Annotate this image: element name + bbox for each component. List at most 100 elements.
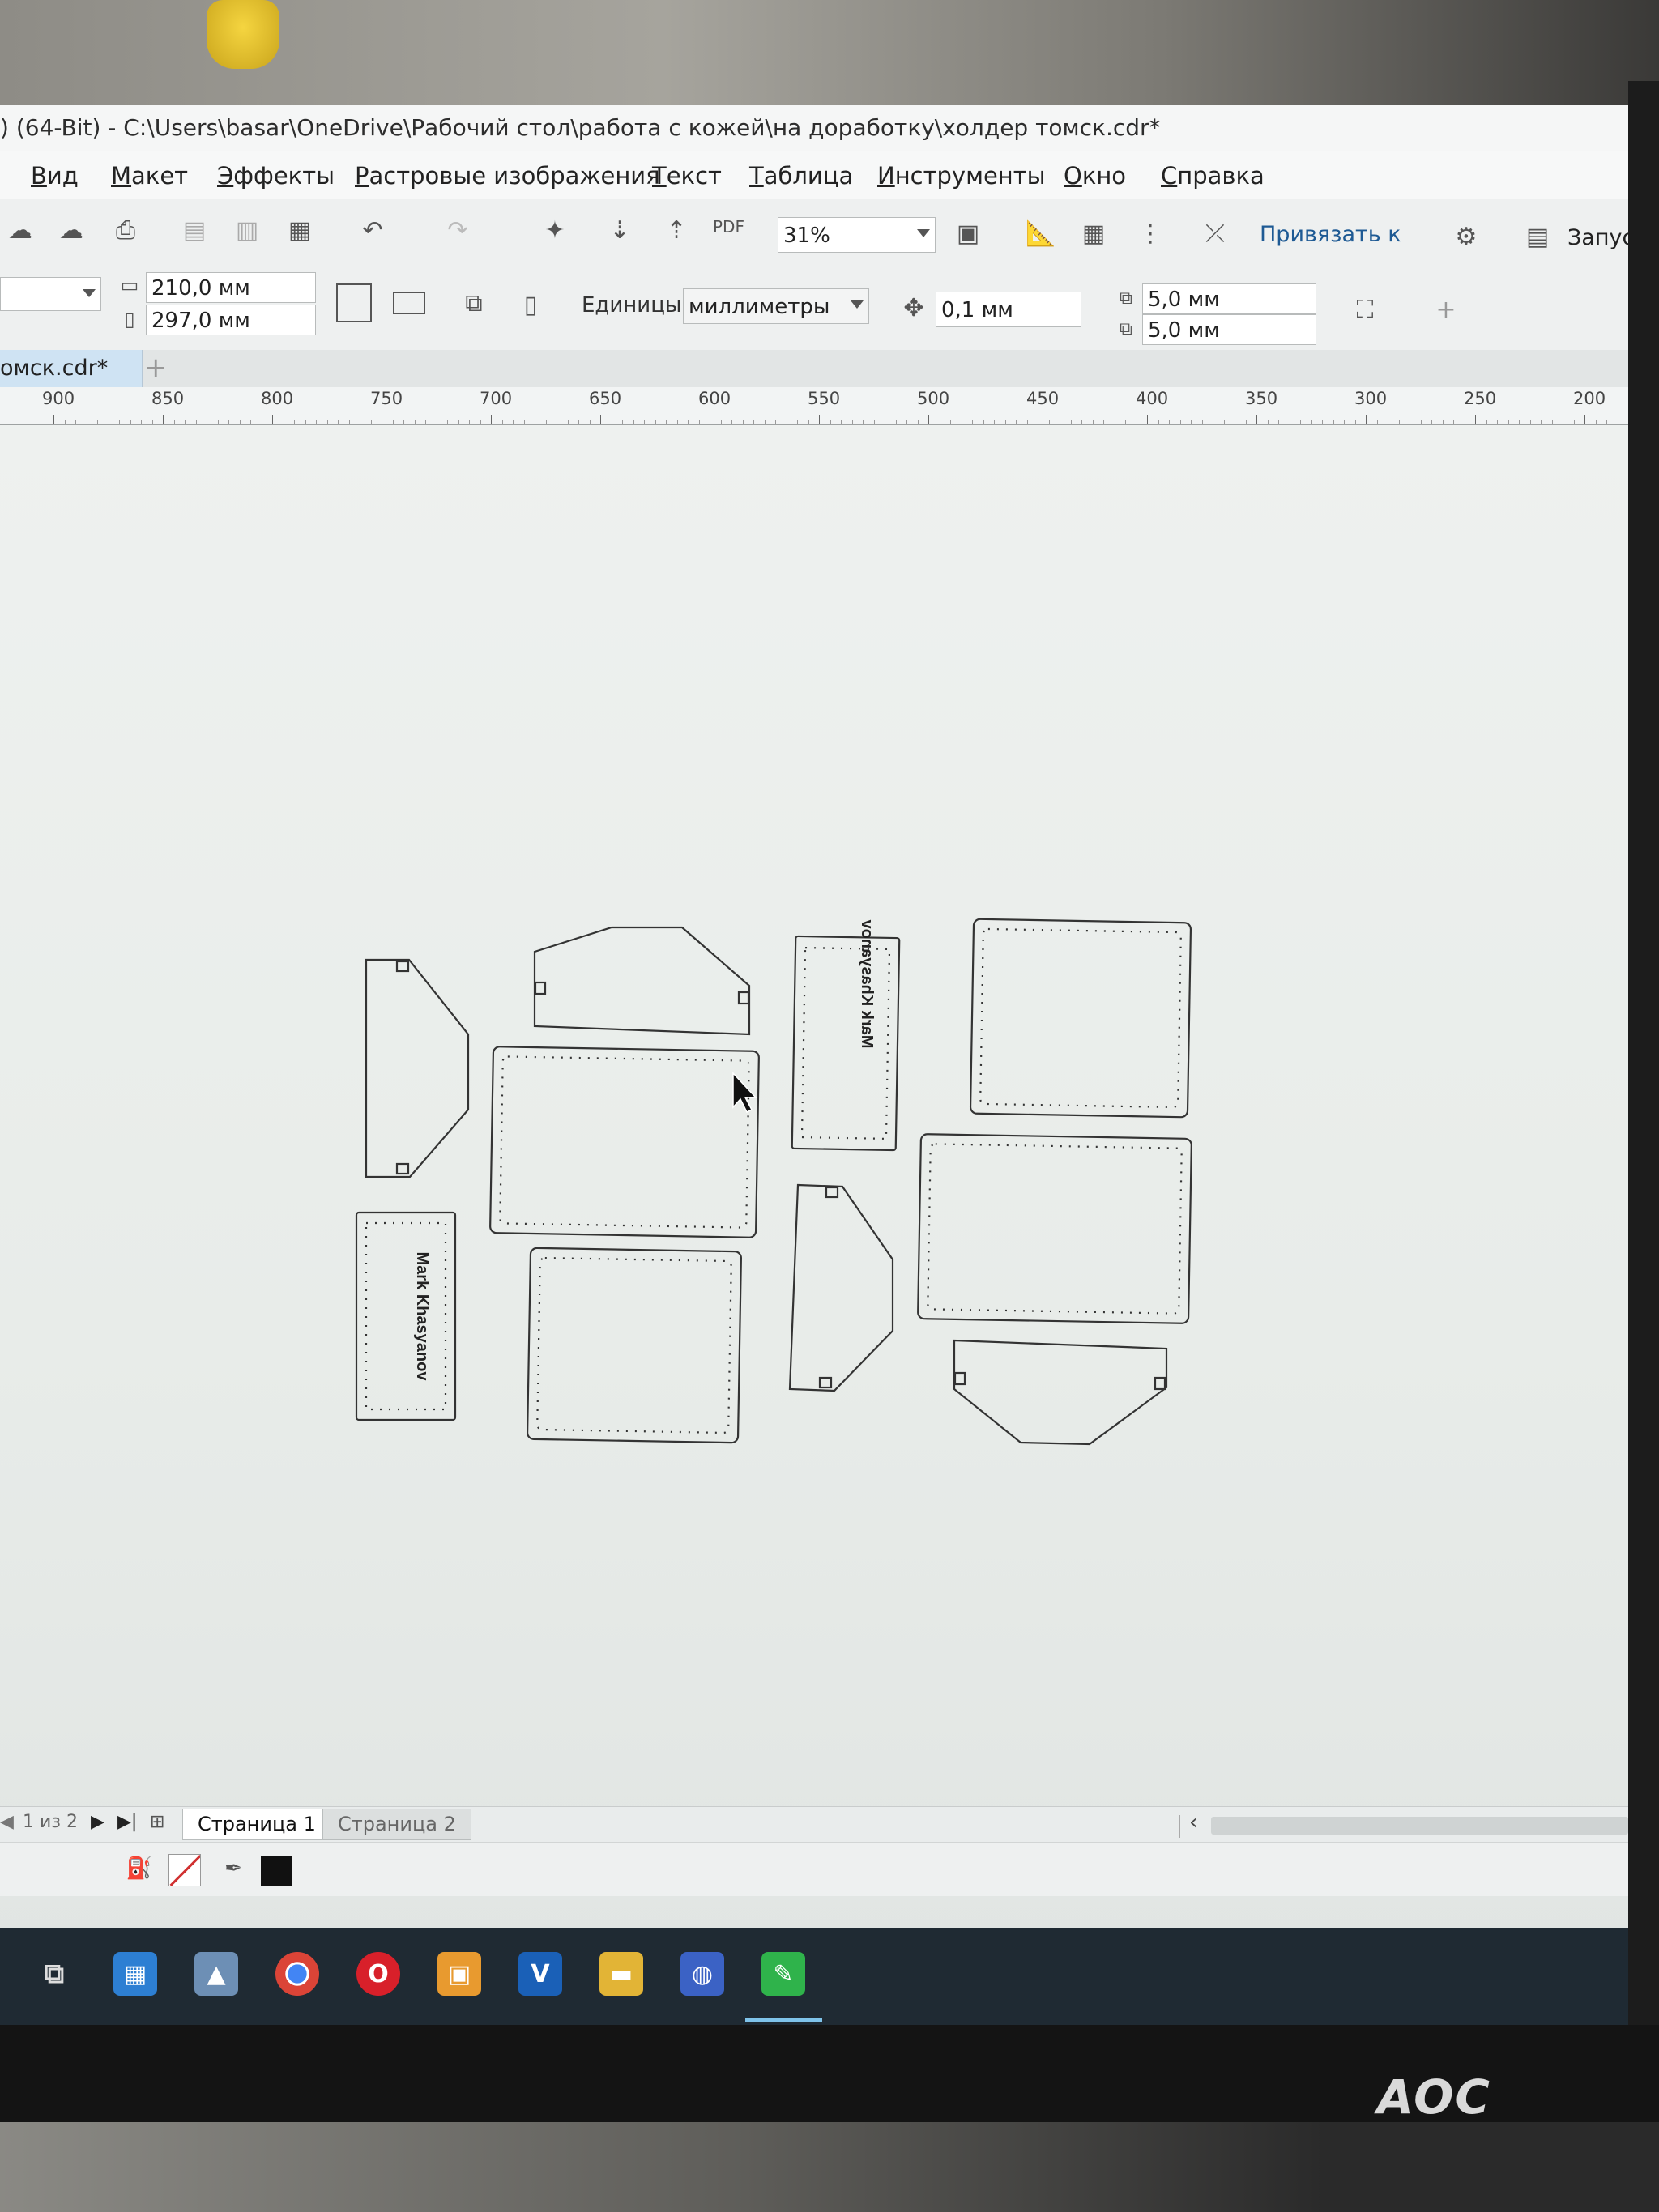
landscape-icon[interactable] <box>393 292 425 314</box>
ruler-tick <box>753 420 754 424</box>
ruler-tick <box>655 420 656 424</box>
stitch-line <box>365 1221 447 1411</box>
portrait-icon[interactable] <box>336 283 372 322</box>
ruler-tick <box>589 420 591 424</box>
page-width-field[interactable]: 210,0 мм <box>146 272 316 303</box>
add-page-icon[interactable]: ⊞ <box>150 1812 164 1832</box>
ruler-tick <box>1147 415 1148 424</box>
menu-item-tools[interactable]: Инструменты <box>877 162 1046 190</box>
pdf-export-button[interactable]: PDF <box>713 217 744 237</box>
menu-item-help[interactable]: Справка <box>1161 162 1265 190</box>
print-icon[interactable]: ⎙ <box>109 214 142 246</box>
ruler-label: 400 <box>1136 389 1169 408</box>
ruler-tick <box>480 420 481 424</box>
fill-tool-icon[interactable]: ⛽ <box>123 1852 156 1885</box>
rotated-name-text-right[interactable]: Mark Khasyanov <box>858 919 876 1049</box>
photos-icon[interactable]: ▲ <box>194 1952 238 1996</box>
app-icon-v[interactable]: V <box>518 1952 562 1996</box>
cloud-download-icon[interactable]: ☁ <box>4 214 36 246</box>
pen-outline-icon[interactable]: ✒ <box>217 1852 249 1885</box>
show-guides-icon[interactable]: ⋮ <box>1134 217 1166 249</box>
drawing-canvas[interactable]: Mark Khasyanov Mark Khasyanov <box>0 425 1628 1948</box>
zoom-level-select[interactable]: 31% <box>778 217 936 253</box>
duplicate-y-field[interactable]: 5,0 мм <box>1142 314 1316 345</box>
menu-item-bitmaps[interactable]: Растровые изображения <box>355 162 660 190</box>
scroll-left-icon[interactable]: ‹ <box>1189 1810 1197 1835</box>
gusset-piece-left[interactable] <box>365 958 470 1178</box>
page-tab-2[interactable]: Страница 2 <box>322 1809 471 1840</box>
units-select[interactable]: миллиметры <box>683 288 869 324</box>
task-view-icon[interactable]: ⧉ <box>32 1952 76 1996</box>
gusset-piece-right[interactable] <box>788 1183 894 1392</box>
nudge-distance-field[interactable]: 0,1 мм <box>936 292 1081 327</box>
ruler-tick <box>950 420 951 424</box>
ruler-tick <box>458 420 459 424</box>
import-icon[interactable]: ⇣ <box>603 214 636 246</box>
label-panel-right[interactable] <box>791 935 901 1152</box>
ruler-tick <box>414 420 416 424</box>
notch-mark <box>953 1371 966 1386</box>
opera-icon[interactable]: O <box>356 1952 400 1996</box>
ruler-tick <box>1333 420 1334 424</box>
add-icon[interactable]: + <box>1430 293 1462 326</box>
snap-off-icon[interactable]: ⤫ <box>1199 217 1231 249</box>
undo-icon[interactable]: ↶ <box>356 214 389 246</box>
cloud-upload-icon[interactable]: ☁ <box>55 214 87 246</box>
menu-item-effects[interactable]: Эффекты <box>217 162 335 190</box>
ruler-tick <box>1541 420 1542 424</box>
chrome-icon[interactable] <box>275 1952 319 1996</box>
panel-right-middle[interactable] <box>917 1133 1192 1324</box>
center-panel[interactable] <box>489 1046 760 1238</box>
launch-button[interactable]: Запуск <box>1567 225 1628 250</box>
ruler-tick <box>775 420 776 424</box>
store-icon[interactable]: ▦ <box>113 1952 157 1996</box>
redo-icon[interactable]: ↷ <box>441 214 474 246</box>
label-panel-left[interactable] <box>355 1211 457 1421</box>
page-tab-1[interactable]: Страница 1 <box>182 1809 331 1840</box>
ruler-tick <box>1573 420 1575 424</box>
launch-icon[interactable]: ▤ <box>1521 220 1554 253</box>
full-screen-icon[interactable]: ▣ <box>952 217 984 249</box>
last-page-icon[interactable]: ▶| <box>117 1812 137 1832</box>
current-page-icon[interactable]: ▯ <box>514 288 547 321</box>
next-page-icon[interactable]: ▶ <box>91 1812 104 1832</box>
horizontal-scrollbar-thumb[interactable] <box>1211 1817 1628 1835</box>
coreldraw-icon[interactable]: ✎ <box>761 1952 805 1996</box>
ruler-tick <box>1366 415 1367 424</box>
square-panel-bottom[interactable] <box>526 1247 743 1444</box>
trapezoid-piece-top[interactable] <box>533 926 751 1036</box>
page-frame-icon[interactable]: ⛶ <box>1349 293 1381 326</box>
app-icon-orange[interactable]: ▣ <box>437 1952 481 1996</box>
corel-connect-icon[interactable]: ✦ <box>539 214 571 246</box>
no-fill-swatch[interactable] <box>168 1854 201 1886</box>
rotated-name-text-left[interactable]: Mark Khasyanov <box>413 1252 431 1382</box>
all-pages-icon[interactable]: ⧉ <box>458 287 490 319</box>
paper-type-select[interactable] <box>0 277 101 311</box>
page-height-field[interactable]: 297,0 мм <box>146 305 316 335</box>
prev-page-icon[interactable]: ◀ <box>0 1812 14 1832</box>
settings-gear-icon[interactable]: ⚙ <box>1450 220 1482 253</box>
document-tab[interactable]: омск.cdr* <box>0 350 143 387</box>
duplicate-x-field[interactable]: 5,0 мм <box>1142 283 1316 314</box>
copy-icon[interactable]: ▥ <box>231 214 263 246</box>
app-icon-blue[interactable]: ◍ <box>680 1952 724 1996</box>
ruler-label: 300 <box>1354 389 1388 408</box>
show-grid-icon[interactable]: ▦ <box>1077 217 1110 249</box>
menu-item-text[interactable]: Текст <box>652 162 722 190</box>
notch-mark <box>1154 1376 1166 1391</box>
trapezoid-piece-bottom[interactable] <box>953 1339 1168 1446</box>
outline-color-swatch[interactable] <box>261 1856 292 1886</box>
menu-item-view[interactable]: Вид <box>31 162 79 190</box>
add-document-tab-icon[interactable]: + <box>144 352 168 384</box>
menu-item-table[interactable]: Таблица <box>749 162 853 190</box>
export-icon[interactable]: ⇡ <box>660 214 693 246</box>
paste-icon[interactable]: ▦ <box>284 214 316 246</box>
menu-item-layout[interactable]: Макет <box>111 162 188 190</box>
show-rulers-icon[interactable]: 📐 <box>1025 217 1057 249</box>
square-panel-top-right[interactable] <box>969 918 1192 1119</box>
snap-to-dropdown[interactable]: Привязать к <box>1260 222 1401 247</box>
menu-item-window[interactable]: Окно <box>1064 162 1126 190</box>
cut-icon[interactable]: ▤ <box>178 214 211 246</box>
file-explorer-icon[interactable]: ▬ <box>599 1952 643 1996</box>
horizontal-ruler: 900 850 800 750 700 650 600 550 500 450 … <box>0 387 1628 425</box>
